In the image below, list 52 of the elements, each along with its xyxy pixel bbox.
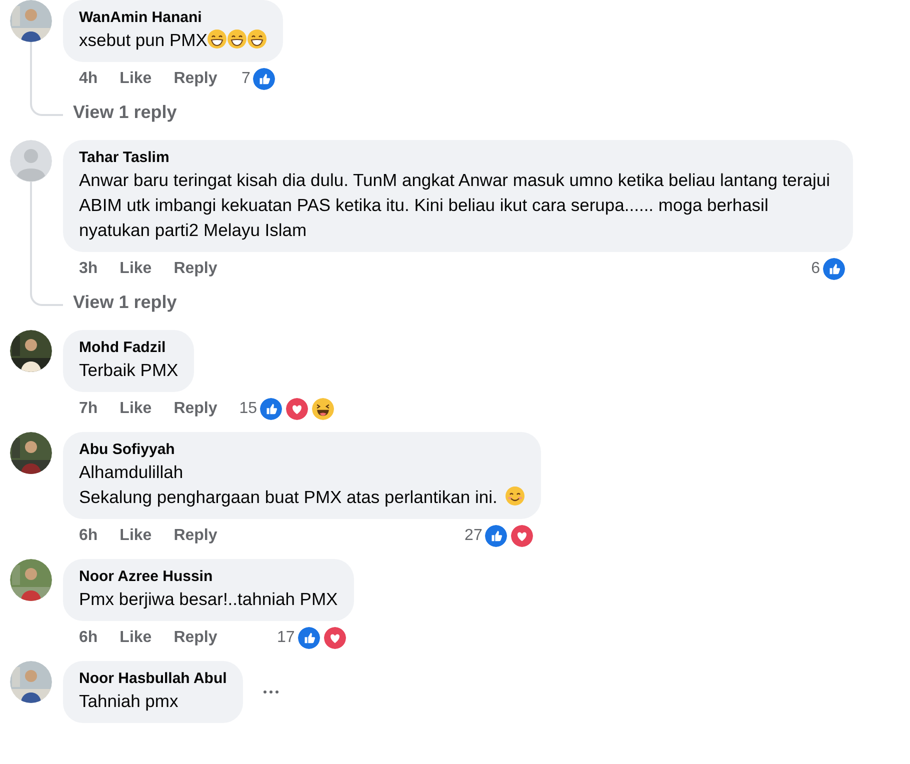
author-name[interactable]: Noor Hasbullah Abul — [79, 669, 227, 689]
reply-link[interactable]: Reply — [174, 524, 218, 548]
more-icon — [262, 690, 279, 694]
comment-text: Tahniah pmx — [79, 690, 180, 713]
thumbs-up-icon[interactable] — [821, 256, 847, 282]
comment-text: Pmx berjiwa besar!..tahniah PMX — [79, 588, 338, 611]
like-link[interactable]: Like — [120, 397, 152, 421]
comment-time[interactable]: 4h — [79, 67, 98, 91]
view-replies-link[interactable]: View 1 reply — [63, 100, 177, 124]
comment-time[interactable]: 3h — [79, 257, 98, 281]
view-replies-link[interactable]: View 1 reply — [63, 290, 177, 314]
reply-link[interactable]: Reply — [174, 626, 218, 650]
author-name[interactable]: Mohd Fadzil — [79, 338, 178, 358]
like-link[interactable]: Like — [120, 257, 152, 281]
reply-link[interactable]: Reply — [174, 67, 218, 91]
thumbs-up-icon[interactable] — [296, 625, 322, 651]
heart-icon[interactable] — [284, 396, 310, 422]
reaction-count[interactable]: 6 — [811, 257, 820, 281]
author-name[interactable]: Noor Azree Hussin — [79, 567, 338, 587]
comment-text: Alhamdulillah — [79, 461, 184, 484]
author-name[interactable]: Abu Sofiyyah — [79, 440, 526, 460]
heart-icon[interactable] — [509, 523, 536, 549]
like-link[interactable]: Like — [120, 524, 152, 548]
reaction-count[interactable]: 17 — [276, 626, 295, 650]
comment-text: Anwar baru teringat kisah dia dulu. TunM angkat Anwar masuk umno ketika beliau lantang terajui ABIM utk imbangi kekuatan PAS ketika itu. Kini beliau ikut cara serupa...... moga berhasil nyatukan parti2 Melayu Islam — [79, 169, 831, 242]
comment-time[interactable]: 6h — [79, 524, 98, 548]
author-name[interactable]: WanAmin Hanani — [79, 8, 268, 28]
comment-time[interactable]: 6h — [79, 626, 98, 650]
comment-text: xsebut pun PMX — [79, 28, 268, 53]
reaction-count[interactable]: 15 — [239, 397, 258, 421]
thread-line — [30, 42, 32, 96]
grinning-emoji-icon — [247, 29, 268, 49]
smiling-emoji-icon — [505, 486, 526, 506]
thread-connector — [30, 286, 63, 306]
reaction-count[interactable]: 27 — [464, 524, 482, 548]
comment-time[interactable]: 7h — [79, 397, 98, 421]
laughing-face-icon[interactable] — [310, 396, 336, 422]
comment-text: Sekalung penghargaan buat PMX atas perlantikan ini. — [79, 485, 526, 510]
grinning-emoji-icon — [227, 29, 248, 49]
thumbs-up-icon[interactable] — [251, 66, 278, 92]
reply-link[interactable]: Reply — [174, 257, 218, 281]
grinning-emoji-icon — [207, 29, 228, 49]
like-link[interactable]: Like — [120, 626, 152, 650]
thread-connector — [30, 96, 63, 116]
thumbs-up-icon[interactable] — [258, 396, 284, 422]
heart-icon[interactable] — [322, 625, 348, 651]
author-name[interactable]: Tahar Taslim — [79, 148, 837, 168]
reply-link[interactable]: Reply — [174, 397, 218, 421]
reaction-count[interactable]: 7 — [242, 67, 250, 91]
like-link[interactable]: Like — [120, 67, 152, 91]
comment-text: Terbaik PMX — [79, 359, 178, 382]
thumbs-up-icon[interactable] — [483, 523, 510, 549]
